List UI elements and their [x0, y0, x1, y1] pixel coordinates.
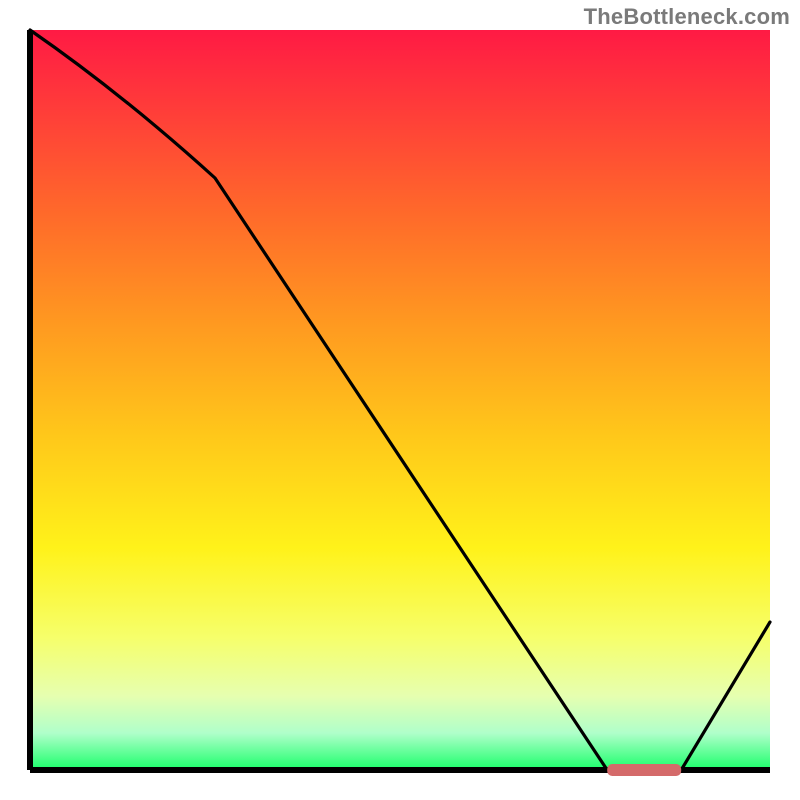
plot-area: [30, 30, 770, 770]
optimal-range-marker: [607, 764, 681, 776]
bottleneck-chart: [0, 0, 800, 800]
watermark-text: TheBottleneck.com: [584, 4, 790, 30]
